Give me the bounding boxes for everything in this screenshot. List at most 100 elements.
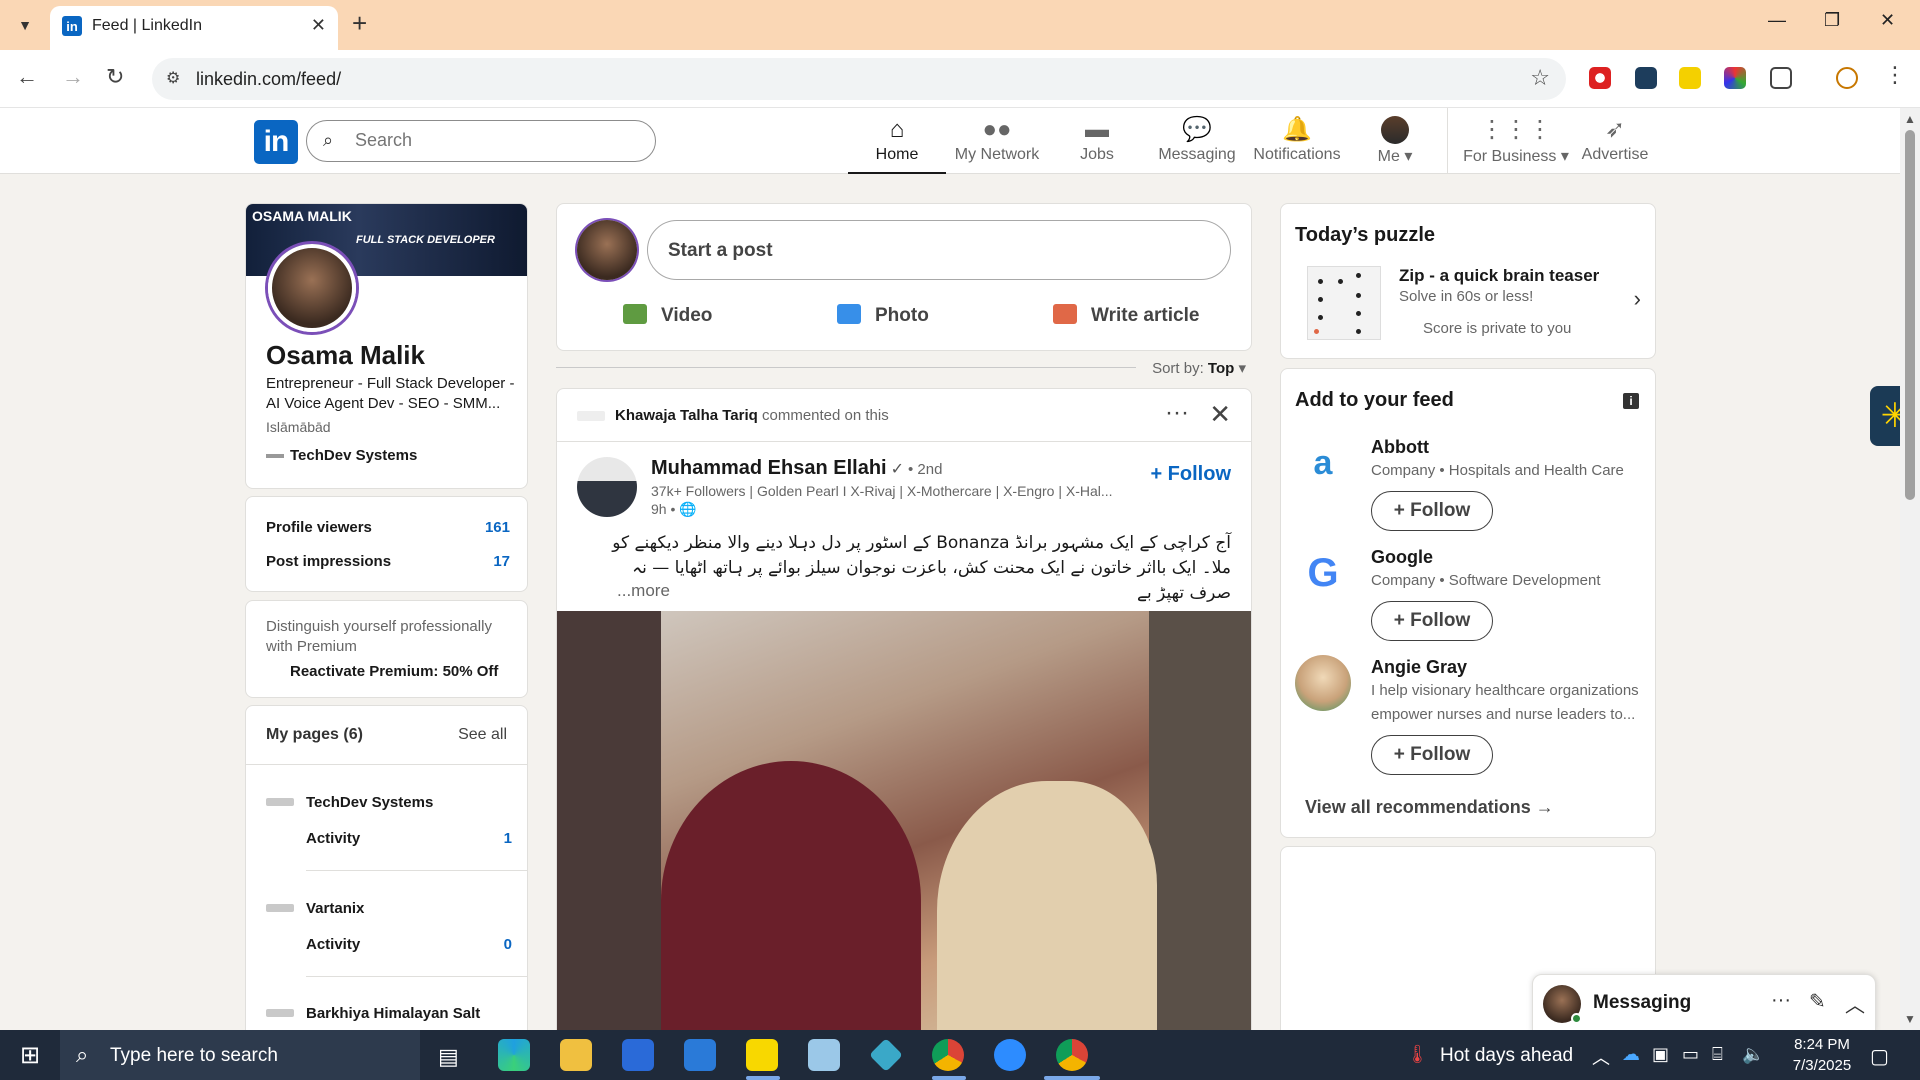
compose-icon[interactable]: ✎ — [1809, 989, 1826, 1014]
file-explorer-icon[interactable] — [560, 1039, 592, 1071]
more-options-icon[interactable]: ··· — [1165, 399, 1189, 427]
page-name[interactable]: Vartanix — [306, 900, 364, 917]
tab-linkedin-feed[interactable]: in Feed | LinkedIn ✕ — [50, 6, 338, 50]
google-logo[interactable]: G — [1295, 545, 1351, 601]
nav-jobs[interactable]: ▬ Jobs — [1048, 116, 1146, 174]
write-article-button[interactable]: Write article — [1053, 304, 1199, 327]
search-input[interactable] — [355, 130, 635, 151]
photo-button[interactable]: Photo — [837, 304, 929, 327]
tab-close-icon[interactable]: ✕ — [311, 15, 326, 36]
scroll-up-icon[interactable]: ▲ — [1904, 112, 1916, 126]
extensions-puzzle-icon[interactable] — [1770, 67, 1792, 89]
site-info-icon[interactable]: ⚙ — [166, 68, 180, 88]
chrome-icon[interactable] — [932, 1039, 964, 1071]
app-icon[interactable] — [869, 1038, 903, 1072]
network-icon[interactable]: ⌸ — [1712, 1044, 1723, 1065]
extension-icon[interactable] — [1679, 67, 1701, 89]
video-button[interactable]: Video — [623, 304, 712, 327]
linkedin-logo[interactable]: in — [254, 120, 298, 164]
nav-advertise[interactable]: ➶ Advertise — [1566, 116, 1664, 174]
chevron-up-icon[interactable]: ︿ — [1845, 989, 1865, 1018]
context-name[interactable]: Khawaja Talha Tariq — [615, 407, 758, 424]
nav-notifications[interactable]: 🔔 Notifications — [1248, 116, 1346, 174]
more-options-icon[interactable]: ··· — [1771, 989, 1791, 1012]
chevron-right-icon[interactable]: › — [1634, 286, 1641, 312]
nav-home[interactable]: ⌂ Home — [848, 116, 946, 174]
address-bar[interactable]: ⚙ linkedin.com/feed/ ☆ — [152, 58, 1566, 100]
page-name[interactable]: Barkhiya Himalayan Salt — [306, 1005, 480, 1022]
zoom-icon[interactable] — [994, 1039, 1026, 1071]
chrome-icon[interactable] — [1056, 1039, 1088, 1071]
see-more-link[interactable]: ...more — [617, 581, 670, 601]
window-close-icon[interactable]: ✕ — [1880, 10, 1895, 31]
page-activity[interactable]: Activity 0 — [306, 936, 512, 953]
reload-icon[interactable]: ↻ — [106, 64, 124, 90]
messaging-bar[interactable]: Messaging ··· ✎ ︿ — [1532, 974, 1876, 1032]
profile-viewers-row[interactable]: Profile viewers 161 — [266, 519, 510, 536]
reactivate-premium-link[interactable]: Reactivate Premium: 50% Off — [290, 663, 498, 680]
rec-name[interactable]: Angie Gray — [1371, 657, 1467, 678]
extension-icon[interactable] — [1635, 67, 1657, 89]
nav-messaging[interactable]: 💬 Messaging — [1148, 116, 1246, 174]
chevron-up-icon[interactable]: ︿ — [1592, 1044, 1610, 1070]
new-tab-button[interactable]: + — [352, 8, 367, 39]
info-icon[interactable]: i — [1623, 393, 1639, 409]
volume-icon[interactable]: 🔈 — [1742, 1044, 1764, 1065]
scroll-down-icon[interactable]: ▼ — [1904, 1012, 1916, 1026]
page-activity[interactable]: Activity 1 — [306, 830, 512, 847]
mail-icon[interactable] — [684, 1039, 716, 1071]
weather-text[interactable]: Hot days ahead — [1440, 1045, 1573, 1067]
onedrive-icon[interactable]: ☁ — [1622, 1044, 1640, 1065]
windows-start-icon[interactable]: ⊞ — [0, 1030, 60, 1080]
avatar[interactable] — [577, 220, 637, 280]
start-post-input[interactable]: Start a post — [647, 220, 1231, 280]
nav-for-business[interactable]: ⋮⋮⋮ For Business ▾ — [1462, 116, 1570, 174]
task-view-icon[interactable]: ▤ — [438, 1044, 459, 1070]
store-icon[interactable] — [622, 1039, 654, 1071]
view-all-recommendations-link[interactable]: View all recommendations → — [1305, 797, 1554, 818]
meet-now-icon[interactable]: ▣ — [1652, 1044, 1669, 1065]
bookmark-star-icon[interactable]: ☆ — [1530, 65, 1550, 91]
edge-icon[interactable] — [498, 1039, 530, 1071]
notifications-icon[interactable]: ▢ — [1870, 1044, 1889, 1069]
sort-by-label[interactable]: Sort by: Top ▾ — [1152, 359, 1246, 377]
scroll-thumb[interactable] — [1905, 130, 1915, 500]
author-avatar[interactable] — [577, 457, 637, 517]
profile-company[interactable]: TechDev Systems — [266, 447, 417, 464]
follow-button[interactable]: + Follow — [1371, 491, 1493, 531]
dismiss-post-icon[interactable]: ✕ — [1209, 399, 1231, 430]
profile-icon[interactable] — [1836, 67, 1858, 89]
system-clock[interactable]: 8:24 PM 7/3/2025 — [1782, 1034, 1862, 1076]
profile-avatar[interactable] — [268, 244, 356, 332]
follow-button[interactable]: + Follow — [1371, 735, 1493, 775]
author-name[interactable]: Muhammad Ehsan Ellahi ✓ • 2nd — [651, 457, 942, 480]
profile-name[interactable]: Osama Malik — [266, 340, 425, 371]
follow-button[interactable]: + Follow — [1371, 601, 1493, 641]
forward-icon[interactable]: → — [62, 64, 84, 90]
restore-icon[interactable]: ❐ — [1824, 10, 1840, 31]
rec-name[interactable]: Google — [1371, 547, 1433, 568]
puzzle-card[interactable]: Today’s puzzle Zip - a quick brain tease… — [1280, 203, 1656, 359]
see-all-link[interactable]: See all — [458, 726, 507, 744]
extension-icon[interactable] — [1724, 67, 1746, 89]
abbott-logo[interactable]: a — [1295, 435, 1351, 491]
tab-list-chevron-icon[interactable]: ▼ — [10, 11, 40, 39]
nav-me[interactable]: Me ▾ — [1348, 116, 1442, 174]
nav-my-network[interactable]: ●● My Network — [948, 116, 1046, 174]
thermometer-icon[interactable]: 🌡 — [1406, 1044, 1429, 1065]
avatar[interactable] — [1295, 655, 1351, 711]
url-text[interactable]: linkedin.com/feed/ — [196, 69, 341, 90]
follow-button[interactable]: + Follow — [1150, 463, 1231, 486]
pokeball-extension-icon[interactable] — [1589, 67, 1611, 89]
minimize-icon[interactable]: — — [1768, 10, 1786, 31]
browser-menu-icon[interactable]: ⋮ — [1884, 62, 1906, 88]
page-name[interactable]: TechDev Systems — [306, 794, 433, 811]
post-impressions-row[interactable]: Post impressions 17 — [266, 553, 510, 570]
page-scrollbar[interactable]: ▲ ▼ — [1900, 108, 1920, 1030]
app-icon[interactable] — [808, 1039, 840, 1071]
search-box[interactable]: ⌕ — [306, 120, 656, 162]
post-video[interactable] — [557, 611, 1251, 1041]
rec-name[interactable]: Abbott — [1371, 437, 1429, 458]
taskbar-search[interactable]: ⌕ Type here to search — [60, 1030, 420, 1080]
back-icon[interactable]: ← — [16, 64, 38, 90]
